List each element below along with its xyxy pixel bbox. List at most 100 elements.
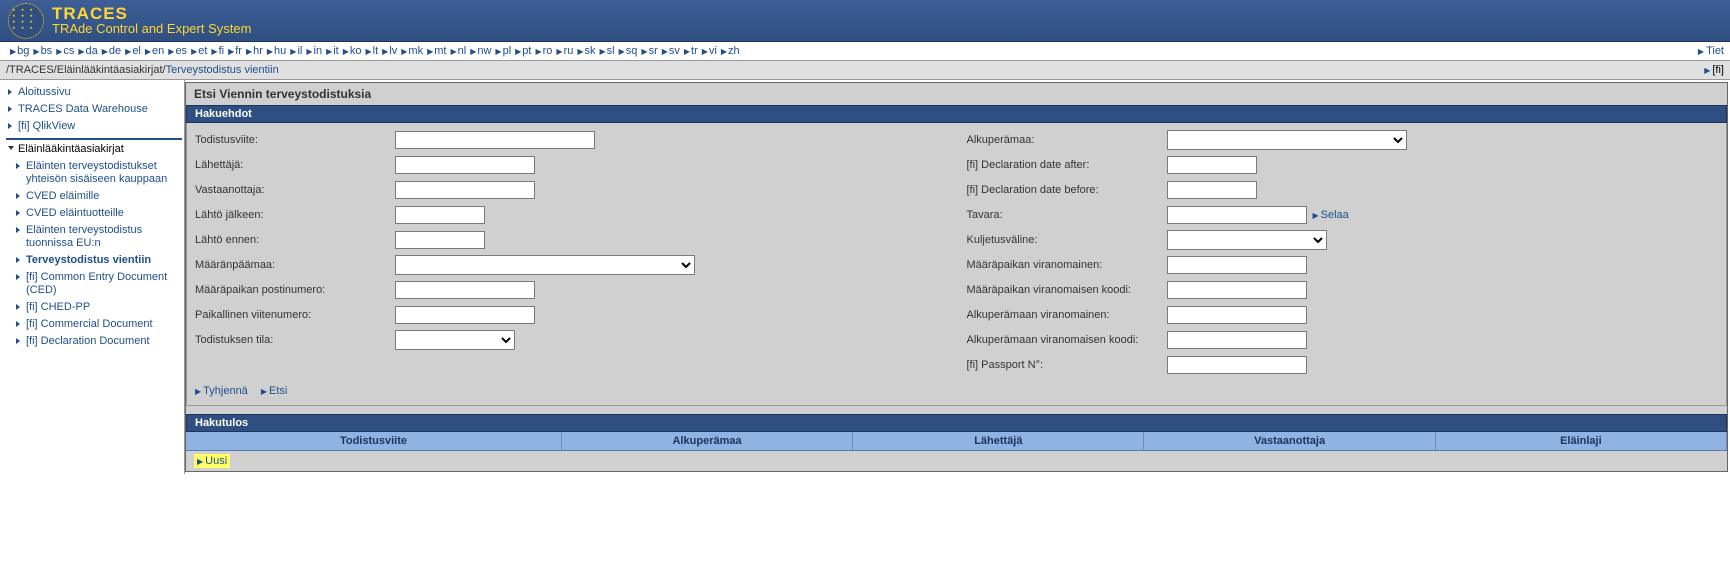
field-input[interactable] xyxy=(395,231,485,249)
lang-el[interactable]: el xyxy=(132,45,141,57)
field-label: Kuljetusväline: xyxy=(967,234,1167,246)
sidebar-item[interactable]: CVED eläintuotteille xyxy=(14,205,182,222)
sidebar-item[interactable]: TRACES Data Warehouse xyxy=(6,101,182,118)
main-content: Etsi Viennin terveystodistuksia Hakuehdo… xyxy=(185,82,1728,472)
lang-mt[interactable]: mt xyxy=(434,45,446,57)
lang-bs[interactable]: bs xyxy=(41,45,53,57)
lang-et[interactable]: et xyxy=(198,45,207,57)
sidebar-item[interactable]: [fi] Declaration Document xyxy=(14,333,182,350)
sidebar-item[interactable]: Aloitussivu xyxy=(6,84,182,101)
lang-cs[interactable]: cs xyxy=(63,45,74,57)
lang-fi[interactable]: fi xyxy=(219,45,225,57)
sidebar-item[interactable]: Eläinten terveystodistus tuonnissa EU:n xyxy=(14,222,182,252)
lang-nw[interactable]: nw xyxy=(477,45,491,57)
field-label: Määräpaikan viranomaisen koodi: xyxy=(967,284,1167,296)
field-input[interactable] xyxy=(395,131,595,149)
lang-en[interactable]: en xyxy=(152,45,164,57)
field-input[interactable] xyxy=(1167,230,1327,250)
clear-button[interactable]: Tyhjennä xyxy=(195,385,248,397)
field-input[interactable] xyxy=(1167,156,1257,174)
breadcrumb-root: /TRACES/ xyxy=(6,64,57,76)
field-label: Tavara: xyxy=(967,209,1167,221)
sidebar-item[interactable]: [fi] QlikView xyxy=(6,118,182,135)
sidebar-item[interactable]: [fi] Commercial Document xyxy=(14,316,182,333)
lang-sv[interactable]: sv xyxy=(669,45,680,57)
lang-il[interactable]: il xyxy=(297,45,302,57)
lang-ro[interactable]: ro xyxy=(543,45,553,57)
field-input[interactable] xyxy=(395,255,695,275)
field-input[interactable] xyxy=(1167,130,1407,150)
field-label: Alkuperämaan viranomainen: xyxy=(967,309,1167,321)
field-input[interactable] xyxy=(1167,206,1307,224)
new-button[interactable]: Uusi xyxy=(194,454,230,468)
field-input[interactable] xyxy=(395,330,515,350)
lang-es[interactable]: es xyxy=(175,45,187,57)
form-row: Alkuperämaa: xyxy=(967,129,1719,151)
field-label: [fi] Declaration date after: xyxy=(967,159,1167,171)
sidebar-item[interactable]: Terveystodistus vientiin xyxy=(14,252,182,269)
sidebar-section-vet-docs[interactable]: Eläinlääkintäasiakirjat xyxy=(6,138,182,158)
language-links: ▶bg▶bs▶cs▶da▶de▶el▶en▶es▶et▶fi▶fr▶hr▶hu▶… xyxy=(6,45,740,57)
lang-sq[interactable]: sq xyxy=(626,45,638,57)
field-input[interactable] xyxy=(1167,281,1307,299)
form-row: [fi] Passport N°: xyxy=(967,354,1719,376)
sidebar-item[interactable]: Eläinten terveystodistukset yhteisön sis… xyxy=(14,158,182,188)
lang-sl[interactable]: sl xyxy=(607,45,615,57)
form-row: Vastaanottaja: xyxy=(195,179,947,201)
browse-link[interactable]: Selaa xyxy=(1313,209,1349,221)
search-button[interactable]: Etsi xyxy=(261,385,288,397)
field-label: Lähtö jälkeen: xyxy=(195,209,395,221)
sidebar-item[interactable]: CVED eläimille xyxy=(14,188,182,205)
lang-lv[interactable]: lv xyxy=(389,45,397,57)
lang-it[interactable]: it xyxy=(333,45,339,57)
breadcrumb-leaf[interactable]: Terveystodistus vientiin xyxy=(166,64,279,76)
lang-ru[interactable]: ru xyxy=(564,45,574,57)
lang-hr[interactable]: hr xyxy=(253,45,263,57)
lang-de[interactable]: de xyxy=(109,45,121,57)
column-header[interactable]: Todistusviite xyxy=(186,432,562,450)
lang-tr[interactable]: tr xyxy=(691,45,698,57)
column-header[interactable]: Alkuperämaa xyxy=(562,432,853,450)
field-input[interactable] xyxy=(395,156,535,174)
lang-fr[interactable]: fr xyxy=(235,45,242,57)
form-row: Paikallinen viitenumero: xyxy=(195,304,947,326)
sidebar-item[interactable]: [fi] CHED-PP xyxy=(14,299,182,316)
lang-da[interactable]: da xyxy=(86,45,98,57)
lang-mk[interactable]: mk xyxy=(408,45,423,57)
column-header[interactable]: Eläinlaji xyxy=(1436,432,1727,450)
field-input[interactable] xyxy=(1167,181,1257,199)
sidebar: AloitussivuTRACES Data Warehouse[fi] Qli… xyxy=(0,80,185,474)
lang-sk[interactable]: sk xyxy=(585,45,596,57)
form-row: [fi] Declaration date after: xyxy=(967,154,1719,176)
field-label: Määränpäämaa: xyxy=(195,259,395,271)
app-header: TRACES TRAde Control and Expert System xyxy=(0,0,1730,42)
column-header[interactable]: Vastaanottaja xyxy=(1144,432,1435,450)
field-input[interactable] xyxy=(395,206,485,224)
field-input[interactable] xyxy=(1167,331,1307,349)
lang-zh[interactable]: zh xyxy=(728,45,740,57)
lang-in[interactable]: in xyxy=(314,45,323,57)
field-input[interactable] xyxy=(1167,356,1307,374)
lang-pl[interactable]: pl xyxy=(503,45,512,57)
field-input[interactable] xyxy=(395,281,535,299)
lang-pt[interactable]: pt xyxy=(522,45,531,57)
info-link[interactable]: Tiet xyxy=(1698,45,1724,57)
field-input[interactable] xyxy=(395,306,535,324)
lang-nl[interactable]: nl xyxy=(458,45,467,57)
column-header[interactable]: Lähettäjä xyxy=(853,432,1144,450)
lang-sr[interactable]: sr xyxy=(649,45,658,57)
field-label: [fi] Declaration date before: xyxy=(967,184,1167,196)
field-input[interactable] xyxy=(395,181,535,199)
lang-ko[interactable]: ko xyxy=(350,45,362,57)
form-row: [fi] Declaration date before: xyxy=(967,179,1719,201)
sidebar-item[interactable]: [fi] Common Entry Document (CED) xyxy=(14,269,182,299)
locale-indicator[interactable]: [fi] xyxy=(1704,64,1724,76)
lang-hu[interactable]: hu xyxy=(274,45,286,57)
field-input[interactable] xyxy=(1167,256,1307,274)
lang-lt[interactable]: lt xyxy=(373,45,379,57)
lang-vi[interactable]: vi xyxy=(709,45,717,57)
field-input[interactable] xyxy=(1167,306,1307,324)
lang-bg[interactable]: bg xyxy=(17,45,29,57)
form-row: Alkuperämaan viranomainen: xyxy=(967,304,1719,326)
app-subtitle: TRAde Control and Expert System xyxy=(52,22,251,36)
